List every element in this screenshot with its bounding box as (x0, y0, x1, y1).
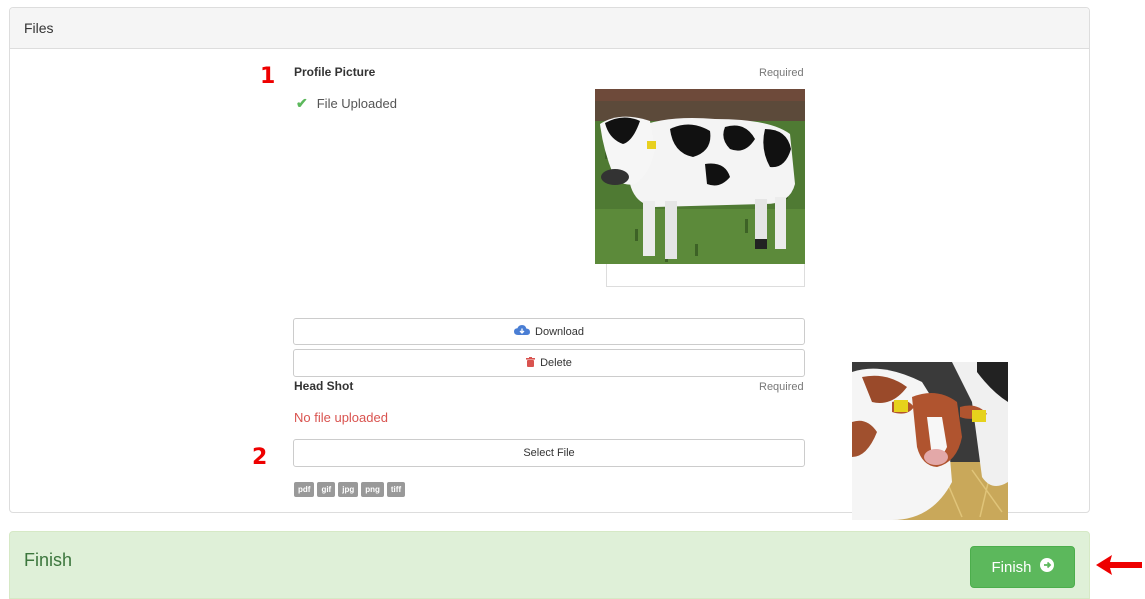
head-shot-required: Required (759, 381, 804, 393)
file-types-list: pdf gif jpg png tiff (294, 482, 406, 497)
trash-icon (526, 356, 536, 370)
download-label: Download (535, 325, 584, 338)
select-file-label: Select File (523, 447, 575, 459)
arrow-circle-right-icon (1039, 558, 1054, 576)
finish-button[interactable]: Finish (970, 546, 1075, 588)
file-type-badge: pdf (294, 482, 315, 497)
head-shot-image (852, 362, 1008, 520)
finish-button-label: Finish (991, 558, 1032, 576)
files-panel-title: Files (10, 8, 1089, 49)
file-type-badge: gif (317, 482, 336, 497)
head-shot-label: Head Shot (294, 379, 354, 393)
finish-panel-title: Finish (24, 550, 73, 570)
select-file-button[interactable]: Select File (293, 439, 805, 467)
profile-picture-image (595, 89, 805, 264)
red-arrow-icon (1096, 552, 1142, 583)
profile-picture-status: ✔ File Uploaded (296, 95, 397, 112)
profile-picture-required: Required (759, 67, 804, 79)
file-type-badge: tiff (386, 482, 406, 497)
delete-button[interactable]: Delete (293, 349, 805, 377)
delete-label: Delete (540, 357, 572, 369)
file-type-badge: jpg (338, 482, 359, 497)
annotation-marker-2: 2 (252, 445, 268, 470)
cloud-download-icon (514, 324, 531, 339)
check-icon: ✔ (296, 95, 308, 111)
profile-picture-thumbnail-frame (606, 262, 805, 287)
download-button[interactable]: Download (293, 318, 805, 345)
profile-picture-status-text: File Uploaded (316, 96, 397, 111)
profile-picture-label: Profile Picture (294, 65, 376, 79)
finish-panel: Finish Finish (9, 531, 1090, 599)
file-type-badge: png (361, 482, 384, 497)
head-shot-status: No file uploaded (294, 410, 388, 425)
annotation-marker-1: 1 (260, 64, 276, 89)
